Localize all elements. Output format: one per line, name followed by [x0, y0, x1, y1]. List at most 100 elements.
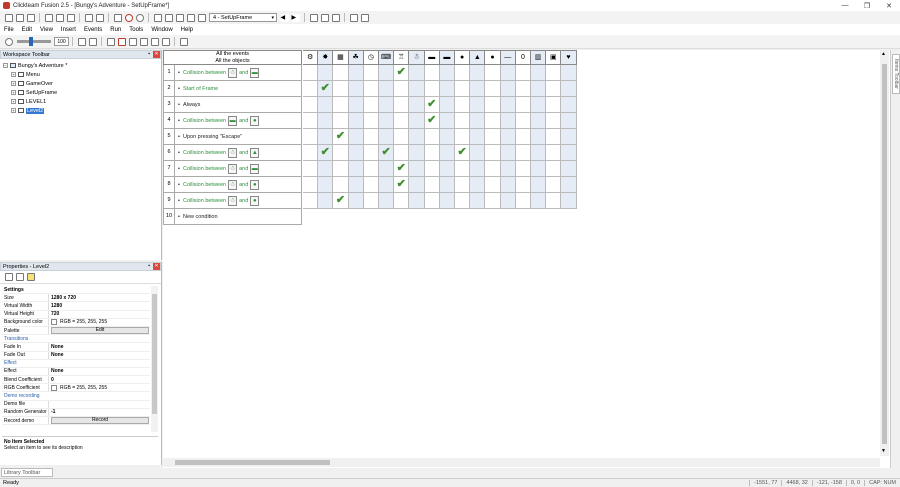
action-cell[interactable] [470, 145, 486, 161]
event-condition[interactable]: Upon pressing "Escape" [183, 134, 242, 140]
action-cell[interactable] [546, 97, 562, 113]
action-cell[interactable] [531, 177, 547, 193]
action-cell[interactable] [500, 65, 516, 81]
menu-insert[interactable]: Insert [61, 27, 76, 33]
action-cell[interactable] [485, 161, 501, 177]
action-cell[interactable] [303, 129, 319, 145]
tree-frame-setupframe[interactable]: + SetUpFrame [3, 88, 158, 97]
scroll-down-icon[interactable]: ▼ [881, 448, 886, 454]
tree-frame-level2[interactable]: + Level2 [3, 106, 158, 115]
action-cell[interactable]: ✔ [379, 145, 395, 161]
event-number[interactable]: 3 [164, 97, 175, 112]
action-cell[interactable] [531, 81, 547, 97]
property-row[interactable]: Fade In None [2, 343, 150, 352]
action-cell[interactable] [485, 193, 501, 209]
object-header[interactable]: ● [455, 50, 471, 65]
property-value[interactable] [49, 401, 150, 408]
action-cell[interactable] [303, 161, 319, 177]
action-cell[interactable] [515, 177, 531, 193]
object-header[interactable]: ▬ [424, 50, 440, 65]
action-cell[interactable] [348, 65, 364, 81]
action-cell[interactable] [439, 97, 455, 113]
zoom-slider-thumb[interactable] [29, 37, 33, 46]
action-cell[interactable] [485, 81, 501, 97]
event-row[interactable]: 6 • Collision between ☃ and ▲ [163, 145, 302, 161]
action-cell[interactable] [363, 129, 379, 145]
object-header[interactable]: ◷ [363, 50, 379, 65]
event-condition[interactable]: Start of Frame [183, 86, 218, 92]
action-cell[interactable] [348, 161, 364, 177]
action-cell[interactable] [455, 65, 471, 81]
tree-frame-menu[interactable]: + Menu [3, 70, 158, 79]
tree-root[interactable]: − Bungy's Adventure * [3, 61, 158, 70]
event-condition[interactable]: Collision between ☃ and ▬ [183, 67, 261, 78]
help-icon[interactable] [113, 13, 122, 22]
menu-view[interactable]: View [40, 27, 53, 33]
zoom-level[interactable]: 100 [54, 37, 69, 46]
next-frame-icon[interactable]: ▶ [291, 13, 300, 22]
action-cell[interactable] [439, 161, 455, 177]
action-cell[interactable] [455, 113, 471, 129]
menu-help[interactable]: Help [181, 27, 193, 33]
event-number[interactable]: 4 [164, 113, 175, 128]
action-cell[interactable] [470, 193, 486, 209]
scrollbar-thumb[interactable] [152, 294, 157, 414]
tree-frame-gameover[interactable]: + GameOver [3, 79, 158, 88]
action-cell[interactable] [348, 193, 364, 209]
action-cell[interactable] [546, 129, 562, 145]
data-elements-icon[interactable] [197, 13, 206, 22]
action-cell[interactable] [546, 81, 562, 97]
maximize-button[interactable]: ❐ [856, 2, 878, 10]
property-row[interactable]: Palette Edit [2, 326, 150, 336]
expand-icon[interactable]: + [11, 90, 16, 95]
collapse-icon[interactable]: − [3, 63, 8, 68]
action-cell[interactable] [409, 193, 425, 209]
event-condition[interactable]: Collision between ☃ and ▲ [183, 147, 261, 158]
action-cell[interactable] [348, 113, 364, 129]
layout-icon[interactable] [309, 13, 318, 22]
action-cell[interactable] [500, 129, 516, 145]
new-file-icon[interactable] [4, 13, 13, 22]
object-a-icon[interactable]: ▬ [228, 115, 238, 126]
action-cell[interactable] [303, 177, 319, 193]
frame-editor-icon[interactable] [164, 13, 173, 22]
action-cell[interactable] [303, 113, 319, 129]
event-tool5-icon[interactable] [179, 37, 188, 46]
color-swatch[interactable] [51, 319, 57, 326]
event-row[interactable]: 9 • Collision between ☃ and ● [163, 193, 302, 209]
action-cell[interactable] [515, 193, 531, 209]
object-header[interactable]: ▲ [470, 50, 486, 65]
action-cell[interactable] [333, 113, 349, 129]
action-cell[interactable] [455, 177, 471, 193]
object-header[interactable]: ♥ [561, 50, 577, 65]
action-cell[interactable] [333, 65, 349, 81]
action-cell[interactable] [500, 145, 516, 161]
action-cell[interactable] [394, 113, 410, 129]
action-cell[interactable] [303, 145, 319, 161]
object-header[interactable]: 0 [515, 50, 531, 65]
new-condition-label[interactable]: New condition [183, 214, 218, 220]
frame-select[interactable]: 4 - SetUpFrame ▾ [209, 13, 277, 22]
action-cell[interactable] [348, 81, 364, 97]
property-value[interactable]: 1280 [49, 302, 150, 309]
copy-icon[interactable] [55, 13, 64, 22]
minimize-button[interactable]: — [834, 2, 856, 9]
about-tab-icon[interactable] [26, 273, 35, 281]
action-cell[interactable] [394, 145, 410, 161]
action-cell[interactable] [379, 177, 395, 193]
object-b-icon[interactable]: ● [250, 195, 260, 206]
property-row[interactable]: Effect None [2, 367, 150, 377]
object-properties-icon[interactable] [88, 37, 97, 46]
property-row[interactable]: Virtual Width 1280 [2, 302, 150, 311]
action-cell[interactable] [333, 145, 349, 161]
properties-scrollbar[interactable] [151, 286, 158, 432]
action-cell[interactable] [531, 129, 547, 145]
event-editor-icon[interactable] [175, 13, 184, 22]
action-cell[interactable] [515, 65, 531, 81]
action-cell[interactable] [500, 161, 516, 177]
pin-icon[interactable]: ▪ [148, 263, 150, 270]
object-a-icon[interactable]: ☃ [228, 147, 238, 158]
action-cell[interactable] [379, 161, 395, 177]
property-row[interactable]: Virtual Height 720 [2, 310, 150, 319]
action-cell[interactable] [363, 65, 379, 81]
